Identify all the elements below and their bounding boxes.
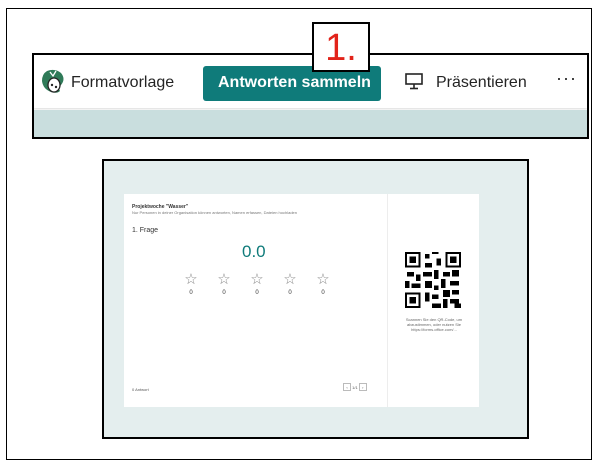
star-count: 0: [321, 290, 325, 296]
presentation-screenshot: Projektwoche "Wasser" Nur Personen in de…: [102, 159, 529, 439]
star-icon: ☆: [184, 271, 198, 288]
screenshot-frame: Formatvorlage Antworten sammeln Präsenti…: [6, 8, 592, 460]
step-number-callout: 1.: [312, 22, 370, 72]
star-count: 0: [189, 290, 193, 296]
form-subtitle: Nur Personen in deiner Organisation könn…: [132, 210, 297, 215]
pager-prev-icon[interactable]: ‹: [343, 383, 351, 391]
monitor-icon[interactable]: [404, 71, 424, 91]
qr-caption: Scannen Sie den QR-Code, um abzustimmen,…: [405, 317, 463, 332]
qr-code-icon: [405, 252, 461, 308]
palette-icon[interactable]: [39, 67, 67, 95]
command-bar: Formatvorlage Antworten sammeln Präsenti…: [34, 55, 587, 108]
rating-star-4: ☆ 0: [282, 271, 298, 297]
star-count: 0: [288, 290, 292, 296]
question-label: 1. Frage: [132, 227, 159, 234]
rating-star-5: ☆ 0: [315, 271, 331, 297]
pager-label: 1/1: [352, 385, 358, 390]
star-icon: ☆: [316, 271, 330, 288]
star-icon: ☆: [283, 271, 297, 288]
answers-count: 0 Antwort: [132, 387, 149, 392]
rating-star-3: ☆ 0: [249, 271, 265, 297]
panel-divider: [387, 194, 388, 407]
star-count: 0: [255, 290, 259, 296]
toolbar-screenshot: Formatvorlage Antworten sammeln Präsenti…: [32, 53, 589, 139]
average-rating: 0.0: [242, 242, 266, 261]
present-button-label[interactable]: Präsentieren: [436, 74, 527, 92]
presentation-slide: Projektwoche "Wasser" Nur Personen in de…: [124, 194, 479, 407]
toolbar-background-strip: [34, 110, 587, 137]
rating-star-1: ☆ 0: [183, 271, 199, 297]
slide-pager: ‹ 1/1 ›: [343, 383, 367, 391]
more-icon[interactable]: ···: [556, 68, 577, 89]
collect-responses-label: Antworten sammeln: [218, 74, 371, 91]
star-icon: ☆: [217, 271, 231, 288]
pager-next-icon[interactable]: ›: [358, 383, 367, 391]
rating-star-2: ☆ 0: [216, 271, 232, 297]
style-button-label[interactable]: Formatvorlage: [71, 74, 174, 92]
star-count: 0: [222, 290, 226, 296]
star-icon: ☆: [250, 271, 264, 288]
